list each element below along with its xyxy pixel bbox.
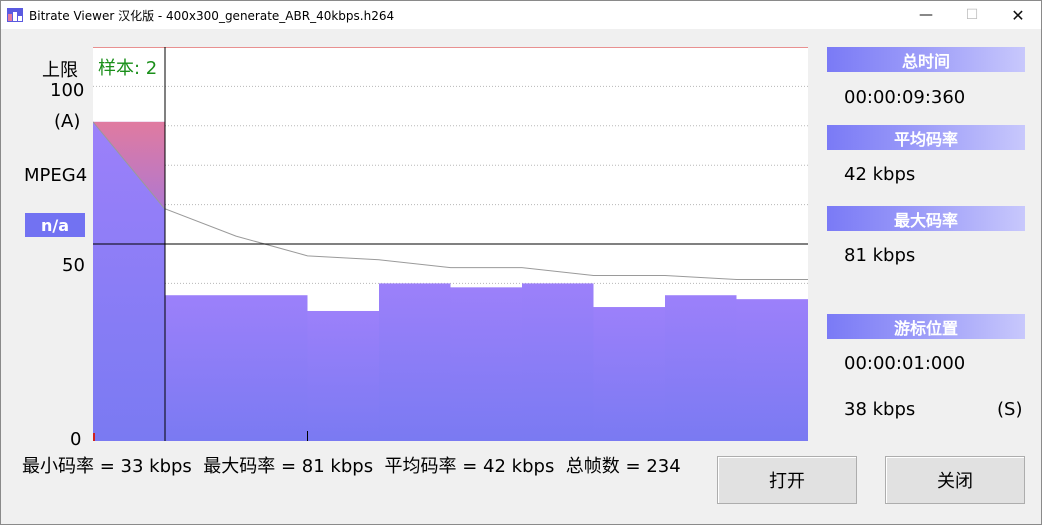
chart-bar — [307, 310, 379, 441]
maximize-button[interactable]: ☐ — [949, 1, 995, 29]
sample-label: 样本: 2 — [98, 58, 158, 79]
window-title: Bitrate Viewer 汉化版 - 400x300_generate_AB… — [29, 9, 395, 23]
app-window: Bitrate Viewer 汉化版 - 400x300_generate_AB… — [0, 0, 1042, 525]
chart-bar — [522, 283, 594, 441]
max-bitrate-stat: 最大码率 = 81 kbps — [203, 456, 374, 477]
avg-bitrate-stat: 平均码率 = 42 kbps — [384, 456, 555, 477]
y-tick-0: 0 — [70, 429, 82, 450]
chart-bar — [450, 287, 522, 441]
frame-count-stat: 总帧数 = 234 — [565, 456, 681, 477]
y-tick-50: 50 — [62, 255, 85, 276]
total-time-value: 00:00:09:360 — [844, 87, 966, 108]
chart-bar — [736, 299, 808, 441]
y-tick-100: 100 — [50, 80, 85, 101]
minimize-button[interactable]: — — [903, 1, 949, 29]
min-bitrate-stat: 最小码率 = 33 kbps — [22, 456, 192, 477]
chart-bar — [593, 307, 665, 441]
codec-label: MPEG4 — [24, 165, 88, 186]
upper-limit-label: 上限 — [42, 60, 78, 81]
mode-label: (A) — [54, 111, 81, 132]
close-window-button[interactable]: ✕ — [995, 1, 1041, 29]
chart-bar — [665, 295, 737, 441]
chart-bar — [236, 295, 308, 441]
open-button[interactable]: 打开 — [717, 456, 857, 504]
title-bar[interactable]: Bitrate Viewer 汉化版 - 400x300_generate_AB… — [1, 1, 1041, 29]
max-bitrate-value: 81 kbps — [844, 245, 916, 266]
stats-summary: 最小码率 = 33 kbps 最大码率 = 81 kbps 平均码率 = 42 … — [22, 455, 702, 479]
avg-bitrate-value: 42 kbps — [844, 164, 916, 185]
chart-bar — [164, 295, 236, 441]
app-icon — [7, 8, 23, 22]
cursor-bitrate-value: 38 kbps — [844, 399, 916, 420]
max-bitrate-header: 最大码率 — [827, 206, 1025, 231]
avg-bitrate-header: 平均码率 — [827, 125, 1025, 150]
cursor-position-header: 游标位置 — [827, 314, 1025, 339]
close-button[interactable]: 关闭 — [885, 456, 1025, 504]
total-time-header: 总时间 — [827, 47, 1025, 72]
cursor-unit-label: (S) — [997, 399, 1023, 420]
chart-bar — [379, 283, 451, 441]
status-badge: n/a — [25, 213, 85, 237]
cursor-time-value: 00:00:01:000 — [844, 353, 966, 374]
bitrate-chart[interactable] — [93, 47, 808, 441]
